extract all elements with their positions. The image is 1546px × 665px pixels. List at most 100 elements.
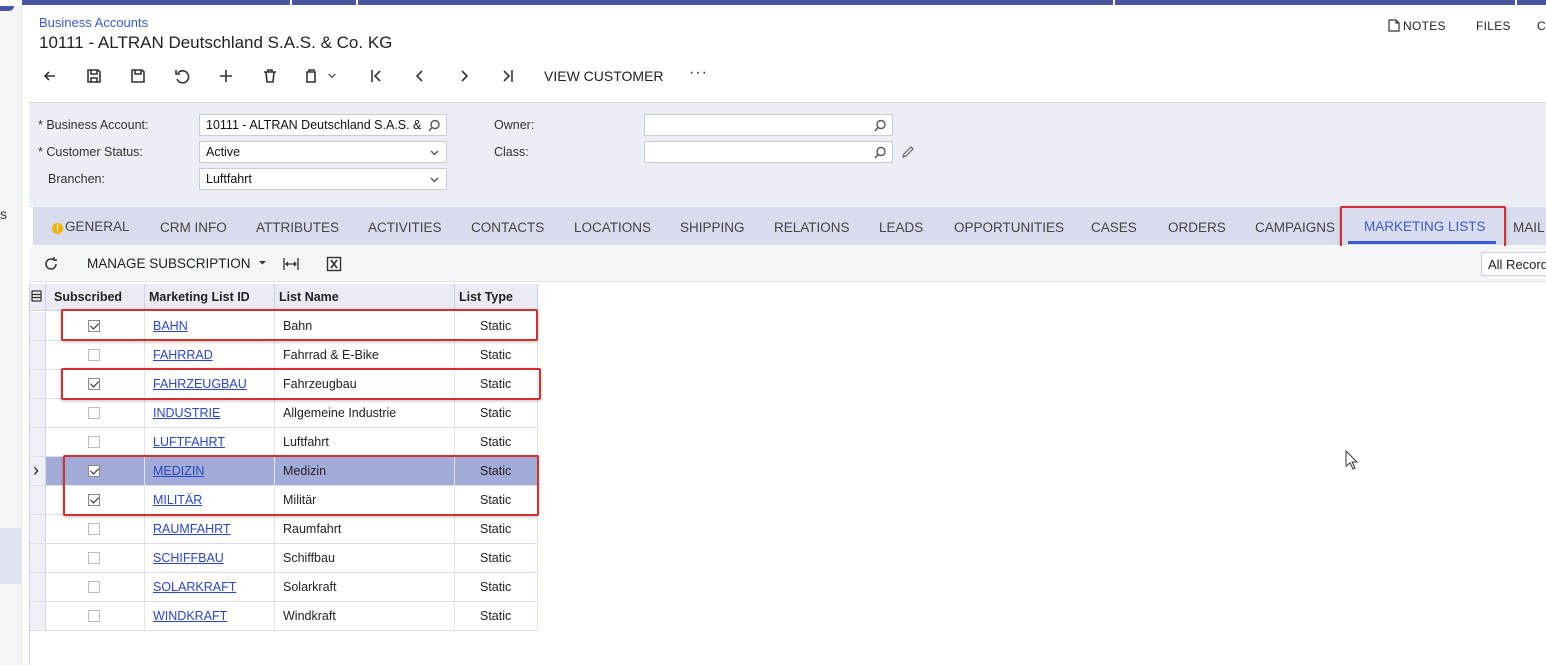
edit-pencil-icon[interactable] xyxy=(901,145,915,159)
cancel-button[interactable] xyxy=(170,64,194,88)
column-settings-header[interactable] xyxy=(29,284,46,311)
note-icon xyxy=(1388,19,1400,32)
tab-locations[interactable]: LOCATIONS xyxy=(574,220,651,235)
table-row[interactable]: WINDKRAFT Windkraft Static xyxy=(29,602,538,631)
highlight-box-tab xyxy=(1340,206,1506,250)
class-field[interactable] xyxy=(644,141,893,163)
table-row[interactable]: SCHIFFBAU Schiffbau Static xyxy=(29,544,538,573)
subscribed-checkbox[interactable] xyxy=(88,523,100,535)
tab-contacts[interactable]: CONTACTS xyxy=(471,220,544,235)
marketing-list-id-link[interactable]: FAHRRAD xyxy=(153,348,213,362)
tab-crm-info[interactable]: CRM INFO xyxy=(160,220,227,235)
tab-activities[interactable]: ACTIVITIES xyxy=(368,220,442,235)
column-header-list-type[interactable]: List Type xyxy=(455,284,538,311)
tab-campaigns[interactable]: CAMPAIGNS xyxy=(1255,220,1335,235)
highlight-box-row-bahn xyxy=(61,309,538,341)
marketing-list-id-link[interactable]: SOLARKRAFT xyxy=(153,580,236,594)
delete-button[interactable] xyxy=(258,64,282,88)
row-selector[interactable] xyxy=(29,399,46,427)
owner-field[interactable] xyxy=(644,114,893,136)
row-selector[interactable] xyxy=(29,341,46,369)
row-selector[interactable] xyxy=(29,544,46,572)
first-record-button[interactable] xyxy=(364,64,388,88)
tab-general[interactable]: ! GENERAL xyxy=(52,219,130,234)
left-navigation: s xyxy=(0,6,22,665)
column-header-subscribed[interactable]: Subscribed xyxy=(46,284,145,311)
branchen-select[interactable]: Luftfahrt xyxy=(199,168,447,190)
subscribed-cell xyxy=(46,602,145,630)
table-row[interactable]: SOLARKRAFT Solarkraft Static xyxy=(29,573,538,602)
tab-mail[interactable]: MAIL xyxy=(1513,220,1545,235)
subscribed-checkbox[interactable] xyxy=(88,581,100,593)
nav-logo xyxy=(0,6,14,11)
marketing-list-id-link[interactable]: WINDKRAFT xyxy=(153,609,227,623)
marketing-list-id-link[interactable]: INDUSTRIE xyxy=(153,406,220,420)
customer-status-select[interactable]: Active xyxy=(199,141,447,163)
marketing-list-id-link[interactable]: LUFTFAHRT xyxy=(153,435,225,449)
fit-columns-icon[interactable] xyxy=(282,256,300,272)
marketing-list-id-cell: SOLARKRAFT xyxy=(145,573,275,601)
row-selector[interactable] xyxy=(29,486,46,514)
first-icon xyxy=(371,70,381,82)
tab-shipping[interactable]: SHIPPING xyxy=(680,220,745,235)
search-icon xyxy=(874,119,886,132)
back-button[interactable] xyxy=(38,64,62,88)
tab-leads[interactable]: LEADS xyxy=(879,220,923,235)
files-button[interactable]: FILES xyxy=(1476,19,1511,33)
row-selector[interactable] xyxy=(29,573,46,601)
tab-attributes[interactable]: ATTRIBUTES xyxy=(256,220,339,235)
tab-orders[interactable]: ORDERS xyxy=(1168,220,1226,235)
row-selector[interactable] xyxy=(29,515,46,543)
more-actions-button[interactable]: ··· xyxy=(689,64,708,82)
last-record-button[interactable] xyxy=(496,64,520,88)
notes-button[interactable]: NOTES xyxy=(1388,19,1446,33)
manage-subscription-button[interactable]: MANAGE SUBSCRIPTION xyxy=(87,256,267,271)
row-selector[interactable]: › xyxy=(29,457,46,485)
subscribed-checkbox[interactable] xyxy=(88,407,100,419)
save-close-button[interactable] xyxy=(82,64,106,88)
subscribed-checkbox[interactable] xyxy=(88,436,100,448)
marketing-list-id-cell: FAHRRAD xyxy=(145,341,275,369)
column-header-list-name[interactable]: List Name xyxy=(275,284,455,311)
row-selector[interactable] xyxy=(29,312,46,340)
subscribed-checkbox[interactable] xyxy=(88,349,100,361)
current-row-indicator-icon: › xyxy=(33,460,39,480)
table-row[interactable]: RAUMFAHRT Raumfahrt Static xyxy=(29,515,538,544)
add-button[interactable] xyxy=(214,64,238,88)
previous-record-button[interactable] xyxy=(408,64,432,88)
branchen-value: Luftfahrt xyxy=(206,172,252,186)
marketing-list-id-cell: INDUSTRIE xyxy=(145,399,275,427)
breadcrumb[interactable]: Business Accounts xyxy=(39,15,148,30)
column-settings-icon xyxy=(31,290,42,302)
view-customer-button[interactable]: VIEW CUSTOMER xyxy=(544,68,664,84)
table-row[interactable]: FAHRRAD Fahrrad & E-Bike Static xyxy=(29,341,538,370)
refresh-icon[interactable] xyxy=(43,256,59,272)
customer-status-value: Active xyxy=(206,145,241,159)
grid-left-border xyxy=(29,284,30,665)
save-button[interactable] xyxy=(126,64,150,88)
last-icon xyxy=(503,70,513,82)
nav-item-active[interactable] xyxy=(0,528,22,584)
tab-relations[interactable]: RELATIONS xyxy=(774,220,850,235)
business-account-field[interactable]: 10111 - ALTRAN Deutschland S.A.S. & xyxy=(199,114,447,136)
row-selector[interactable] xyxy=(29,602,46,630)
row-selector[interactable] xyxy=(29,428,46,456)
subscribed-checkbox[interactable] xyxy=(88,610,100,622)
next-record-button[interactable] xyxy=(452,64,476,88)
tab-cases[interactable]: CASES xyxy=(1091,220,1137,235)
table-row[interactable]: LUFTFAHRT Luftfahrt Static xyxy=(29,428,538,457)
table-row[interactable]: INDUSTRIE Allgemeine Industrie Static xyxy=(29,399,538,428)
copy-paste-button[interactable] xyxy=(302,64,346,88)
marketing-list-id-link[interactable]: RAUMFAHRT xyxy=(153,522,231,536)
more-header-button[interactable]: C xyxy=(1537,19,1546,33)
records-filter-select[interactable]: All Records xyxy=(1481,252,1546,276)
row-selector[interactable] xyxy=(29,370,46,398)
subscribed-checkbox[interactable] xyxy=(88,552,100,564)
marketing-list-id-link[interactable]: SCHIFFBAU xyxy=(153,551,224,565)
excel-export-icon[interactable] xyxy=(326,256,342,272)
chevron-down-icon xyxy=(430,177,439,183)
save-icon xyxy=(131,69,145,83)
list-type-cell: Static xyxy=(455,399,538,427)
column-header-marketing-list-id[interactable]: Marketing List ID xyxy=(145,284,275,311)
tab-opportunities[interactable]: OPPORTUNITIES xyxy=(954,220,1064,235)
